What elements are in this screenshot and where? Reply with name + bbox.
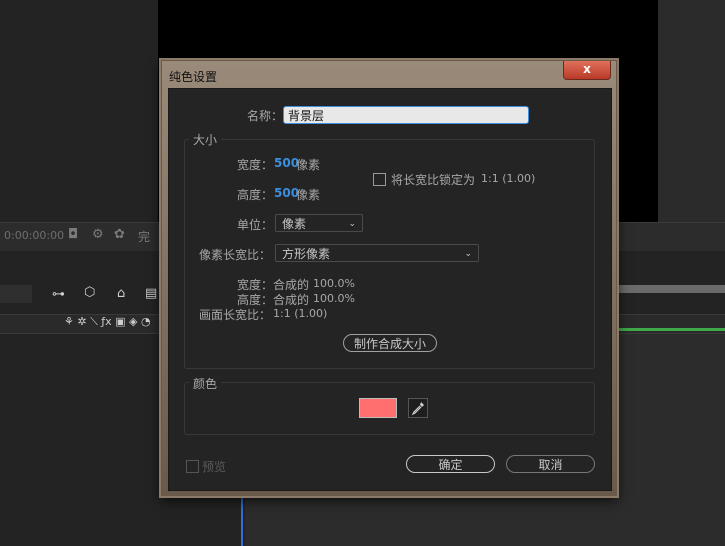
chevron-down-icon: ⌄ xyxy=(348,219,356,229)
height-unit: 像素 xyxy=(296,188,321,202)
color-wheel-icon[interactable]: ✿ xyxy=(114,227,125,242)
preview-checkbox[interactable] xyxy=(186,460,199,473)
info-height-value: 100.0% xyxy=(313,292,355,305)
chevron-down-icon: ⌄ xyxy=(464,249,472,259)
dialog-body: 名称： 背景层 大小 宽度： 500 像素 高度： 500 像素 将长宽比锁定为… xyxy=(168,88,612,491)
layer-duration-bar xyxy=(615,328,725,331)
frame-aspect-label: 画面长宽比： xyxy=(199,308,272,322)
channel-icon[interactable]: ⚙ xyxy=(92,227,104,242)
color-swatch[interactable] xyxy=(359,398,397,418)
width-unit: 像素 xyxy=(296,158,321,172)
timeline-search-input[interactable] xyxy=(0,285,32,303)
switches-icon[interactable]: ⚘ ✲ ⟍ ƒx ▣ ◈ ◔ xyxy=(64,315,151,329)
height-label: 高度： xyxy=(237,188,274,202)
resolution-label[interactable]: 完 xyxy=(138,228,150,245)
info-height-text: 合成的 xyxy=(273,293,310,307)
name-label: 名称： xyxy=(247,109,284,123)
playhead-line[interactable] xyxy=(241,496,243,546)
pixel-aspect-label: 像素长宽比： xyxy=(199,248,272,262)
pixel-aspect-select[interactable]: 方形像素 ⌄ xyxy=(275,244,479,262)
lock-aspect-value: 1:1 (1.00) xyxy=(481,172,536,185)
flowchart-icon[interactable]: ⊶ xyxy=(52,287,65,302)
units-select[interactable]: 像素 ⌄ xyxy=(275,214,363,232)
info-width-value: 100.0% xyxy=(313,277,355,290)
units-select-value: 像素 xyxy=(282,217,307,231)
size-group-legend: 大小 xyxy=(189,131,222,148)
right-panel xyxy=(658,0,725,222)
close-button[interactable]: x xyxy=(563,61,611,80)
name-input[interactable]: 背景层 xyxy=(283,106,529,124)
shy-layers-icon[interactable]: ⌂ xyxy=(117,286,125,301)
units-label: 单位： xyxy=(237,218,274,232)
pixel-aspect-select-value: 方形像素 xyxy=(282,247,331,261)
frame-aspect-value: 1:1 (1.00) xyxy=(273,307,328,320)
eyedropper-icon xyxy=(411,402,424,416)
color-group-legend: 颜色 xyxy=(189,375,222,392)
frame-blend-icon[interactable]: ▤ xyxy=(145,286,157,301)
cancel-button[interactable]: 取消 xyxy=(506,455,595,473)
timeline-stripe xyxy=(615,285,725,293)
cube-icon[interactable]: ⬡ xyxy=(84,285,95,300)
make-comp-size-button[interactable]: 制作合成大小 xyxy=(343,334,437,352)
preview-label[interactable]: 预览 xyxy=(202,458,226,475)
timecode[interactable]: 0:00:00:00 xyxy=(4,229,64,242)
lock-aspect-checkbox[interactable] xyxy=(373,173,386,186)
lock-aspect-label[interactable]: 将长宽比锁定为 xyxy=(391,171,475,188)
project-panel xyxy=(0,0,158,222)
ok-button[interactable]: 确定 xyxy=(406,455,495,473)
dialog-title: 纯色设置 xyxy=(169,70,218,84)
solid-settings-dialog: 纯色设置 x 名称： 背景层 大小 宽度： 500 像素 高度： 500 像素 … xyxy=(161,60,617,496)
width-label: 宽度： xyxy=(237,158,274,172)
eyedropper-button[interactable] xyxy=(408,398,428,418)
camera-icon[interactable]: ◘ xyxy=(68,227,78,242)
